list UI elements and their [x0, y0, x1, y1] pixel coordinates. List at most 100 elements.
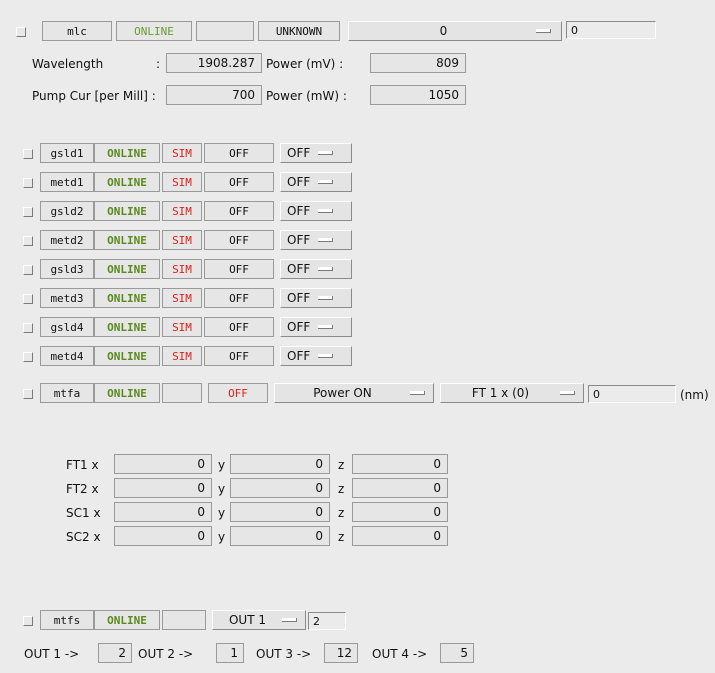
device-state-menu[interactable]: OFF	[280, 230, 352, 250]
device-status-badge: ONLINE	[94, 201, 160, 221]
device-state-menu-label: OFF	[287, 233, 311, 247]
wavelength-value: 1908.287	[166, 53, 262, 73]
device-sim-badge: SIM	[162, 288, 202, 308]
device-sim-badge: SIM	[162, 317, 202, 337]
device-state-menu-label: OFF	[287, 291, 311, 305]
position-row: FT1 x 0 y 0 z 0	[0, 454, 715, 476]
out1-value: 2	[98, 643, 132, 663]
device-state-menu[interactable]: OFF	[280, 172, 352, 192]
device-name: gsld2	[40, 201, 94, 221]
device-status-badge: ONLINE	[94, 288, 160, 308]
menu-indicator-icon	[318, 209, 334, 213]
device-status-badge: ONLINE	[94, 143, 160, 163]
device-select-checkbox[interactable]	[23, 352, 33, 362]
menu-indicator-icon	[318, 267, 334, 271]
mlc-value-input[interactable]: 0	[566, 21, 656, 39]
device-state-menu-label: OFF	[287, 349, 311, 363]
device-status-badge: ONLINE	[94, 346, 160, 366]
out2-label: OUT 2 ->	[138, 647, 194, 661]
device-status-badge: ONLINE	[94, 317, 160, 337]
out3-value: 12	[324, 643, 358, 663]
device-select-checkbox[interactable]	[23, 207, 33, 217]
device-state-menu[interactable]: OFF	[280, 143, 352, 163]
menu-indicator-icon	[318, 238, 334, 242]
mtfa-unit-label: (nm)	[680, 388, 709, 402]
wavelength-colon: :	[156, 57, 161, 71]
menu-indicator-icon	[318, 296, 334, 300]
mtfs-value-input[interactable]: 2	[308, 612, 346, 630]
device-select-checkbox[interactable]	[23, 236, 33, 246]
mtfa-power-menu[interactable]: Power ON	[274, 383, 434, 403]
mlc-status-badge: ONLINE	[116, 21, 192, 41]
position-z-label: z	[338, 482, 345, 496]
mtfs-out-menu[interactable]: OUT 1	[212, 610, 306, 630]
device-state-menu[interactable]: OFF	[280, 317, 352, 337]
device-sim-badge: SIM	[162, 172, 202, 192]
menu-indicator-icon	[282, 618, 297, 622]
mlc-extra-field	[196, 21, 254, 41]
mlc-select-checkbox[interactable]	[16, 27, 26, 37]
device-state-menu[interactable]: OFF	[280, 346, 352, 366]
device-row: gsld4 ONLINE SIM OFF OFF	[0, 317, 715, 339]
position-x-value: 0	[114, 454, 212, 474]
device-select-checkbox[interactable]	[23, 294, 33, 304]
device-row: metd4 ONLINE SIM OFF OFF	[0, 346, 715, 368]
mtfa-status-badge: ONLINE	[94, 383, 160, 403]
device-status-badge: ONLINE	[94, 230, 160, 250]
power-mv-label: Power (mV) :	[266, 57, 344, 71]
device-state-field: OFF	[204, 259, 274, 279]
device-state-menu[interactable]: OFF	[280, 288, 352, 308]
mtfs-select-checkbox[interactable]	[23, 616, 33, 626]
device-name: metd1	[40, 172, 94, 192]
menu-indicator-icon	[318, 180, 334, 184]
position-x-value: 0	[114, 478, 212, 498]
device-state-menu[interactable]: OFF	[280, 201, 352, 221]
device-sim-badge: SIM	[162, 259, 202, 279]
device-select-checkbox[interactable]	[23, 178, 33, 188]
position-z-value: 0	[352, 478, 448, 498]
device-row: gsld1 ONLINE SIM OFF OFF	[0, 143, 715, 165]
device-row: gsld3 ONLINE SIM OFF OFF	[0, 259, 715, 281]
device-state-menu-label: OFF	[287, 262, 311, 276]
device-select-checkbox[interactable]	[23, 265, 33, 275]
device-select-checkbox[interactable]	[23, 149, 33, 159]
position-y-value: 0	[230, 502, 330, 522]
out3-label: OUT 3 ->	[256, 647, 312, 661]
position-y-value: 0	[230, 454, 330, 474]
position-y-label: y	[218, 506, 226, 520]
device-sim-badge: SIM	[162, 230, 202, 250]
menu-indicator-icon	[318, 325, 334, 329]
device-select-checkbox[interactable]	[23, 323, 33, 333]
device-state-field: OFF	[204, 317, 274, 337]
mtfa-axis-menu-label: FT 1 x (0)	[471, 386, 530, 400]
device-row: metd2 ONLINE SIM OFF OFF	[0, 230, 715, 252]
menu-indicator-icon	[560, 391, 575, 395]
mtfs-status-badge: ONLINE	[94, 610, 160, 630]
device-name: metd4	[40, 346, 94, 366]
position-row: SC1 x 0 y 0 z 0	[0, 502, 715, 524]
mtfa-state-field: OFF	[208, 383, 268, 403]
out2-value: 1	[216, 643, 244, 663]
mlc-value-menu-label: 0	[439, 24, 448, 38]
device-row: metd3 ONLINE SIM OFF OFF	[0, 288, 715, 310]
power-mw-label: Power (mW) :	[266, 89, 347, 103]
mlc-value-menu[interactable]: 0	[348, 21, 562, 41]
mtfa-select-checkbox[interactable]	[23, 389, 33, 399]
mlc-name: mlc	[42, 21, 112, 41]
device-state-menu[interactable]: OFF	[280, 259, 352, 279]
power-mv-value: 809	[370, 53, 466, 73]
device-state-field: OFF	[204, 230, 274, 250]
device-row: gsld2 ONLINE SIM OFF OFF	[0, 201, 715, 223]
device-state-field: OFF	[204, 346, 274, 366]
position-y-label: y	[218, 530, 226, 544]
out4-value: 5	[440, 643, 474, 663]
device-state-field: OFF	[204, 288, 274, 308]
device-state-menu-label: OFF	[287, 146, 311, 160]
menu-indicator-icon	[318, 151, 334, 155]
mtfa-axis-menu[interactable]: FT 1 x (0)	[440, 383, 584, 403]
device-sim-badge: SIM	[162, 143, 202, 163]
position-z-value: 0	[352, 502, 448, 522]
position-label: SC2 x	[66, 530, 101, 544]
position-label: FT1 x	[66, 458, 99, 472]
mtfa-value-input[interactable]: 0	[588, 385, 676, 403]
